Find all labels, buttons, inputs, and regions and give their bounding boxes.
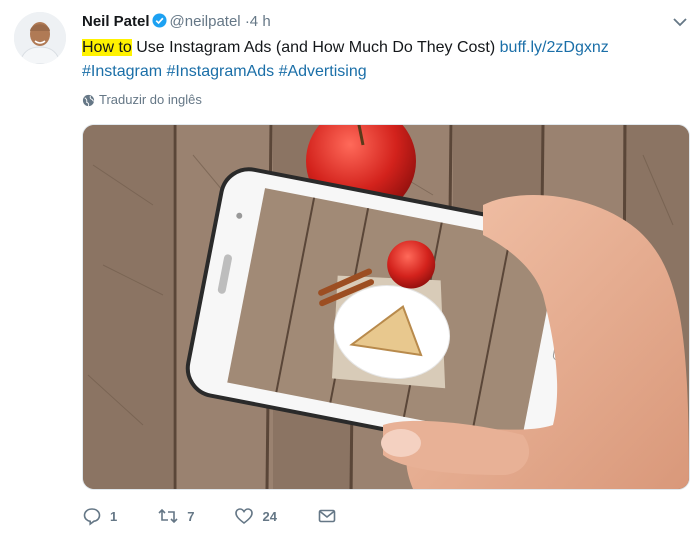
tweet-link[interactable]: buff.ly/2zDgxnz: [500, 39, 609, 56]
tweet-text: How to Use Instagram Ads (and How Much D…: [82, 36, 682, 84]
envelope-icon: [318, 509, 336, 523]
hashtag-instagram[interactable]: #Instagram: [82, 63, 162, 80]
tweet-time[interactable]: ·4 h: [245, 13, 271, 30]
tweet-image[interactable]: [82, 124, 690, 490]
globe-icon: [82, 94, 95, 107]
heart-icon: [235, 508, 254, 525]
reply-count: 1: [110, 508, 118, 524]
reply-button[interactable]: 1: [82, 506, 117, 526]
retweet-button[interactable]: 7: [157, 506, 194, 526]
retweet-icon: [158, 508, 178, 524]
avatar[interactable]: [14, 12, 66, 64]
retweet-count: 7: [187, 508, 195, 524]
author-name[interactable]: Neil Patel: [82, 13, 150, 30]
like-button[interactable]: 24: [234, 506, 277, 526]
highlighted-text: How to: [82, 39, 132, 56]
like-count: 24: [262, 508, 277, 524]
direct-message-button[interactable]: [317, 506, 345, 526]
hashtag-instagramads[interactable]: #InstagramAds: [167, 63, 275, 80]
translate-label: Traduzir do inglês: [99, 92, 202, 107]
hashtag-advertising[interactable]: #Advertising: [279, 63, 367, 80]
reply-icon: [83, 508, 101, 526]
chevron-down-icon[interactable]: [672, 14, 688, 35]
verified-badge-icon: [152, 12, 167, 36]
tweet-header: Neil Patel @neilpatel ·4 h: [82, 10, 680, 34]
tweet-body-text: Use Instagram Ads (and How Much Do They …: [131, 39, 500, 56]
translate-button[interactable]: Traduzir do inglês: [82, 90, 202, 110]
tweet-actions: 1 7 24: [82, 502, 385, 530]
author-handle[interactable]: @neilpatel: [170, 13, 241, 30]
